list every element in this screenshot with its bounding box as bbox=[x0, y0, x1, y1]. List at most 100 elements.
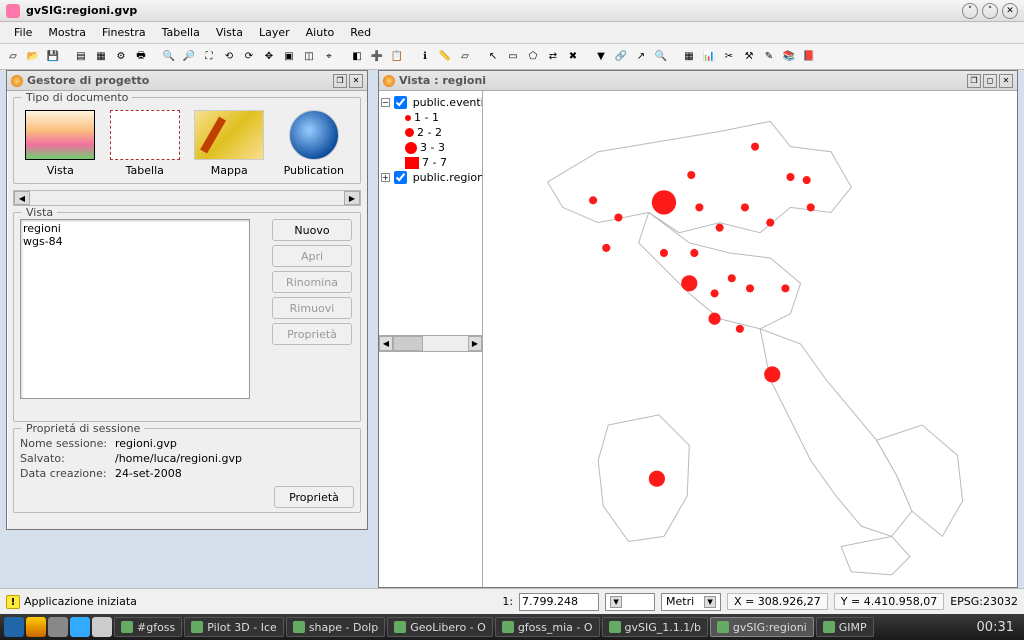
pan-icon[interactable]: ✥ bbox=[260, 48, 278, 66]
pm-titlebar[interactable]: Gestore di progetto ❐ ✕ bbox=[7, 71, 367, 91]
taskbar-task[interactable]: Pilot 3D - Ice bbox=[184, 617, 284, 637]
menu-aiuto[interactable]: Aiuto bbox=[298, 24, 343, 41]
pm-close-button[interactable]: ✕ bbox=[349, 74, 363, 88]
expand-icon[interactable]: + bbox=[381, 173, 390, 182]
layer-regioni-checkbox[interactable] bbox=[394, 171, 407, 184]
scroll-right-icon[interactable]: ▶ bbox=[344, 191, 360, 205]
layer-props-icon[interactable]: 📋 bbox=[388, 48, 406, 66]
map-canvas[interactable] bbox=[483, 91, 1017, 587]
collapse-icon[interactable]: − bbox=[381, 98, 390, 107]
view-max-button[interactable]: ❐ bbox=[967, 74, 981, 88]
zoom-prev-icon[interactable]: ⟲ bbox=[220, 48, 238, 66]
layer-eventi[interactable]: − public.eventi bbox=[381, 95, 480, 110]
add-layer-icon[interactable]: ➕ bbox=[368, 48, 386, 66]
zoom-next-icon[interactable]: ⟳ bbox=[240, 48, 258, 66]
minimize-button[interactable]: ˅ bbox=[962, 3, 978, 19]
menu-tabella[interactable]: Tabella bbox=[154, 24, 208, 41]
units-combo[interactable]: Metri▼ bbox=[661, 593, 721, 611]
system-icon[interactable] bbox=[48, 617, 68, 637]
scale-combo-button[interactable]: ▼ bbox=[605, 593, 655, 611]
zoom-extent-icon[interactable]: ⛶ bbox=[200, 48, 218, 66]
view-close-button[interactable]: ✕ bbox=[999, 74, 1013, 88]
toc-scrollbar[interactable]: ◀ ▶ bbox=[379, 335, 482, 351]
clear-sel-icon[interactable]: ✖ bbox=[564, 48, 582, 66]
list-item[interactable]: wgs-84 bbox=[23, 235, 247, 248]
taskbar-task[interactable]: gvSIG:regioni bbox=[710, 617, 814, 637]
geoprocess-icon[interactable]: ⚒ bbox=[740, 48, 758, 66]
project-icon[interactable]: ▤ bbox=[72, 48, 90, 66]
scroll-track[interactable] bbox=[393, 336, 468, 351]
tools-icon[interactable]: ⚙ bbox=[112, 48, 130, 66]
select-poly-icon[interactable]: ⬠ bbox=[524, 48, 542, 66]
scroll-thumb[interactable] bbox=[393, 336, 423, 351]
select-point-icon[interactable]: ↖ bbox=[484, 48, 502, 66]
taskbar-task[interactable]: GeoLibero - O bbox=[387, 617, 493, 637]
doctype-scrollbar[interactable]: ◀ ▶ bbox=[13, 190, 361, 206]
layer-eventi-checkbox[interactable] bbox=[394, 96, 407, 109]
measure-area-icon[interactable]: ▱ bbox=[456, 48, 474, 66]
menu-vista[interactable]: Vista bbox=[208, 24, 251, 41]
list-item[interactable]: regioni bbox=[23, 222, 247, 235]
scroll-right-icon[interactable]: ▶ bbox=[468, 336, 482, 351]
rinomina-button[interactable]: Rinomina bbox=[272, 271, 352, 293]
maximize-button[interactable]: ˄ bbox=[982, 3, 998, 19]
taskbar-task[interactable]: #gfoss bbox=[114, 617, 182, 637]
layer-regioni[interactable]: + public.regioni bbox=[381, 170, 480, 185]
catalog-icon[interactable]: 📚 bbox=[780, 48, 798, 66]
settings-icon[interactable]: ✂ bbox=[720, 48, 738, 66]
open-icon[interactable]: 📂 bbox=[24, 48, 42, 66]
hyperlink-icon[interactable]: ↗ bbox=[632, 48, 650, 66]
view-titlebar[interactable]: Vista : regioni ❐ ◻ ✕ bbox=[379, 71, 1017, 91]
menu-mostra[interactable]: Mostra bbox=[40, 24, 94, 41]
scale-input[interactable] bbox=[519, 593, 599, 611]
menu-layer[interactable]: Layer bbox=[251, 24, 298, 41]
taskbar-task[interactable]: gfoss_mia - O bbox=[495, 617, 600, 637]
save-icon[interactable]: 💾 bbox=[44, 48, 62, 66]
doctype-publication[interactable]: Publication bbox=[276, 110, 353, 177]
window-list-icon[interactable] bbox=[92, 617, 112, 637]
vista-listbox[interactable]: regioni wgs-84 bbox=[20, 219, 250, 399]
zoom-layer-icon[interactable]: ▣ bbox=[280, 48, 298, 66]
info-icon[interactable]: ℹ bbox=[416, 48, 434, 66]
nuovo-button[interactable]: Nuovo bbox=[272, 219, 352, 241]
desktop-icon[interactable] bbox=[4, 617, 24, 637]
raster-icon[interactable]: ▦ bbox=[680, 48, 698, 66]
pm-restore-button[interactable]: ❐ bbox=[333, 74, 347, 88]
filter-icon[interactable]: ▼ bbox=[592, 48, 610, 66]
zoom-out-icon[interactable]: 🔎 bbox=[180, 48, 198, 66]
menu-red[interactable]: Red bbox=[342, 24, 379, 41]
table-icon[interactable]: ▦ bbox=[92, 48, 110, 66]
taskbar-task[interactable]: GIMP bbox=[816, 617, 874, 637]
find-icon[interactable]: 🔍 bbox=[652, 48, 670, 66]
scroll-left-icon[interactable]: ◀ bbox=[14, 191, 30, 205]
print-icon[interactable]: 🖶 bbox=[132, 48, 150, 66]
menu-finestra[interactable]: Finestra bbox=[94, 24, 154, 41]
overview-icon[interactable]: ◫ bbox=[300, 48, 318, 66]
measure-dist-icon[interactable]: 📏 bbox=[436, 48, 454, 66]
doctype-vista[interactable]: Vista bbox=[22, 110, 99, 177]
link-icon[interactable]: 🔗 bbox=[612, 48, 630, 66]
localizer-icon[interactable]: ⌖ bbox=[320, 48, 338, 66]
session-proprieta-button[interactable]: Proprietà bbox=[274, 486, 354, 508]
view-restore-button[interactable]: ◻ bbox=[983, 74, 997, 88]
rimuovi-button[interactable]: Rimuovi bbox=[272, 297, 352, 319]
clock[interactable]: 00:31 bbox=[977, 620, 1020, 635]
edit-icon[interactable]: ✎ bbox=[760, 48, 778, 66]
scroll-left-icon[interactable]: ◀ bbox=[379, 336, 393, 351]
chart-icon[interactable]: 📊 bbox=[700, 48, 718, 66]
battery-icon[interactable] bbox=[26, 617, 46, 637]
zoom-in-icon[interactable]: 🔍 bbox=[160, 48, 178, 66]
toc-tree[interactable]: − public.eventi 1 - 1 2 - 2 3 - 3 7 - 7 … bbox=[379, 91, 482, 335]
proprieta-button[interactable]: Proprietà bbox=[272, 323, 352, 345]
apri-button[interactable]: Apri bbox=[272, 245, 352, 267]
close-button[interactable]: ✕ bbox=[1002, 3, 1018, 19]
taskbar-task[interactable]: gvSIG_1.1.1/b bbox=[602, 617, 708, 637]
theme-icon[interactable]: ◧ bbox=[348, 48, 366, 66]
doctype-mappa[interactable]: Mappa bbox=[191, 110, 268, 177]
doctype-tabella[interactable]: Tabella bbox=[107, 110, 184, 177]
new-project-icon[interactable]: ▱ bbox=[4, 48, 22, 66]
menu-file[interactable]: File bbox=[6, 24, 40, 41]
invert-sel-icon[interactable]: ⇄ bbox=[544, 48, 562, 66]
gazetteer-icon[interactable]: 📕 bbox=[800, 48, 818, 66]
taskbar-task[interactable]: shape - Dolp bbox=[286, 617, 385, 637]
